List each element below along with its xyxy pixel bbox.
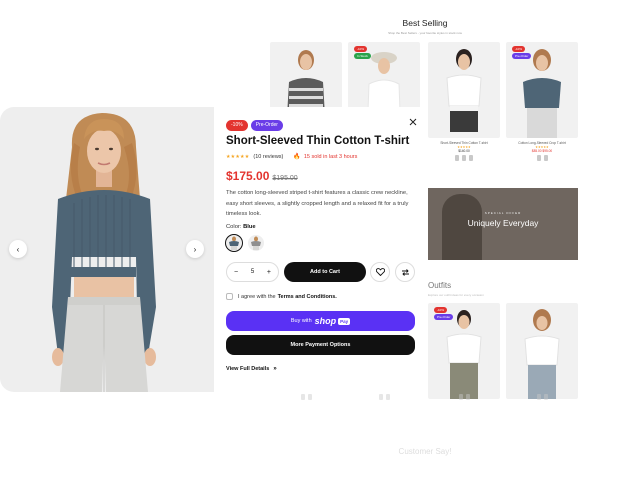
product-meta: ★★★★★ (10 reviews) 🔥 15 sold in last 3 h… <box>226 153 358 161</box>
product-card[interactable]: -10% Pre-Order Cotton Long-Sleeved Crop … <box>506 42 578 161</box>
pay-logo: Pay <box>338 317 351 325</box>
model-white-tee-image <box>446 49 482 132</box>
more-payment-options-button[interactable]: More Payment Options <box>226 335 415 355</box>
view-full-details-label: View Full Details <box>226 366 270 372</box>
outfits-title: Outfits <box>428 281 452 290</box>
swatch-gray[interactable] <box>248 235 264 251</box>
product-title: Short-Sleeved Thin Cotton T-shirt <box>226 135 410 147</box>
selected-color: Blue <box>243 224 256 230</box>
stock-badge: In Stock <box>354 53 371 59</box>
product-description: The cotton long-sleeved striped t-shirt … <box>226 190 409 217</box>
product-price: $140.00 <box>458 149 470 153</box>
terms-agreement: I agree with the Terms and Conditions. <box>226 293 337 300</box>
sale-badge: -10% <box>512 46 526 52</box>
quick-view-modal: -10% Pre-Order Short-Sleeved Thin Cotton… <box>214 107 428 392</box>
customer-say-title: Customer Say! <box>398 447 452 456</box>
current-price: $175.00 <box>226 169 270 183</box>
preorder-badge: Pre-Order <box>512 53 532 59</box>
wishlist-button[interactable] <box>370 262 390 282</box>
model-outfit-image <box>524 309 560 399</box>
outfit-image[interactable] <box>506 303 578 399</box>
terms-link[interactable]: Terms and Conditions. <box>278 294 337 300</box>
model-outfit-image <box>446 310 482 399</box>
review-count[interactable]: (10 reviews) <box>253 154 283 160</box>
close-button[interactable] <box>408 118 418 128</box>
gray-top-thumbnail <box>251 236 261 250</box>
outfit-card[interactable]: -10% Pre-Order <box>428 303 500 399</box>
color-label-text: Color: <box>226 224 242 230</box>
blue-top-thumbnail <box>229 236 239 250</box>
outfit-card[interactable] <box>506 303 578 399</box>
fire-icon: 🔥 <box>293 154 301 160</box>
product-image-panel: ‹ › <box>0 107 214 392</box>
sale-badge: -10% <box>434 307 448 313</box>
product-image[interactable]: -10% Pre-Order <box>506 42 578 138</box>
swatch-blue[interactable] <box>226 235 242 251</box>
chevron-left-icon: ‹ <box>16 244 20 254</box>
product-swatches[interactable] <box>506 155 578 161</box>
previous-image-button[interactable]: ‹ <box>9 240 27 258</box>
increase-quantity-button[interactable]: + <box>267 269 271 276</box>
chevron-right-icon: › <box>193 244 197 254</box>
promo-eyebrow: SPECIAL OFFER <box>484 211 522 215</box>
outfits-subtitle: Explore our outfit ideas for every occas… <box>428 293 484 297</box>
next-image-button[interactable]: › <box>186 240 204 258</box>
sold-count: 15 sold in last 3 hours <box>303 153 358 160</box>
product-main-image <box>52 113 156 392</box>
faded-product-info <box>428 392 500 418</box>
product-badges: -10% Pre-Order <box>226 120 283 131</box>
quantity-stepper: − 5 + <box>226 262 279 282</box>
product-card[interactable]: Short-Sleeved Thin Cotton T-shirt ★★★★★ … <box>428 42 500 161</box>
faded-product-info <box>506 392 578 418</box>
product-swatches[interactable] <box>428 155 500 161</box>
double-arrow-right-icon: » <box>273 366 277 372</box>
product-price: $85.00 $95.00 <box>531 149 553 153</box>
faded-product-info <box>270 392 342 418</box>
product-image[interactable] <box>428 42 500 138</box>
original-price: $195.00 <box>272 175 298 182</box>
buy-with-label: Buy with <box>290 318 312 324</box>
preorder-badge: Pre-Order <box>250 120 283 131</box>
compare-icon <box>401 268 409 276</box>
outfit-image[interactable]: -10% Pre-Order <box>428 303 500 399</box>
heart-icon <box>375 268 385 276</box>
best-selling-title: Best Selling <box>402 18 448 28</box>
faded-product-info <box>348 392 420 418</box>
terms-text: I agree with the <box>238 293 276 300</box>
add-to-cart-button[interactable]: Add to Cart <box>284 262 366 282</box>
price-row: $175.00 $195.00 <box>226 169 298 183</box>
promo-banner[interactable]: SPECIAL OFFER Uniquely Everyday <box>428 188 578 260</box>
preorder-badge: Pre-Order <box>434 314 454 320</box>
color-label: Color: Blue <box>226 224 256 230</box>
best-selling-subtitle: Shop the Best Sellers - your favorite st… <box>388 31 462 35</box>
quantity-input[interactable]: 5 <box>251 269 254 275</box>
shop-pay-button[interactable]: Buy with shop Pay <box>226 311 415 331</box>
close-icon <box>409 118 417 126</box>
terms-checkbox[interactable] <box>226 293 233 300</box>
decrease-quantity-button[interactable]: − <box>234 269 238 276</box>
sale-badge: -10% <box>354 46 368 52</box>
compare-button[interactable] <box>395 262 415 282</box>
color-swatches <box>226 235 264 251</box>
rating-stars-icon: ★★★★★ <box>226 153 250 160</box>
model-blue-crop-image <box>523 49 561 138</box>
shop-pay-logo: shop <box>314 316 337 326</box>
view-full-details-link[interactable]: View Full Details » <box>226 366 277 372</box>
promo-title: Uniquely Everyday <box>467 218 539 228</box>
sale-badge: -10% <box>226 120 248 131</box>
